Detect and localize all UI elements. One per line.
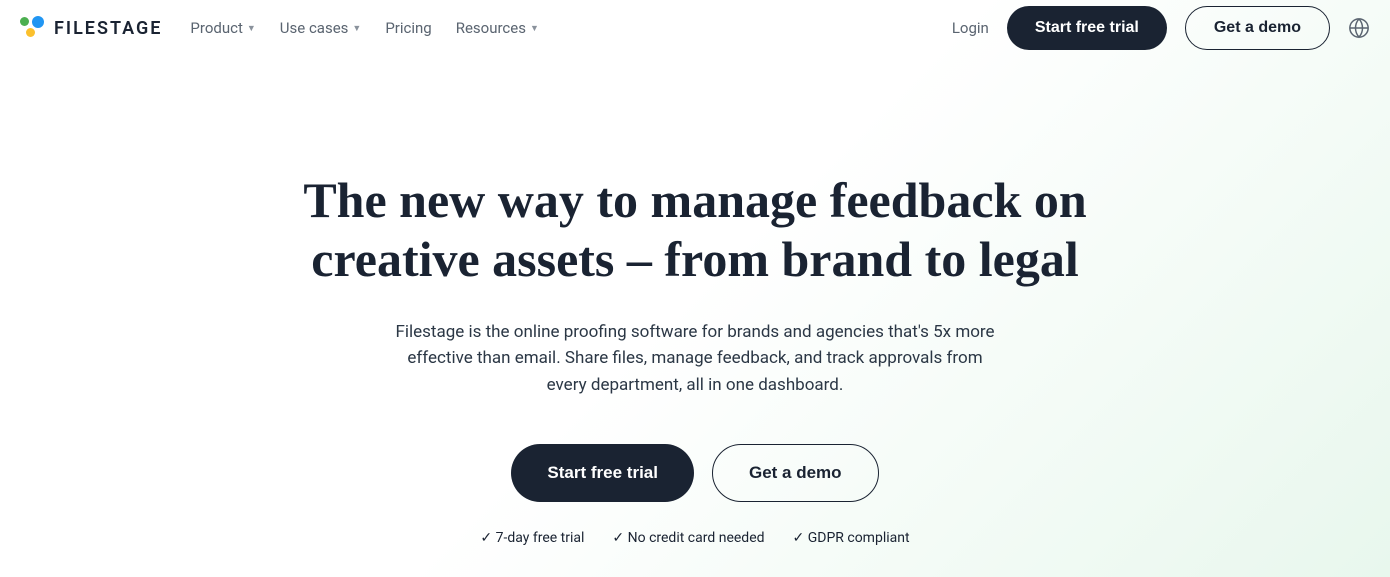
nav-label: Use cases bbox=[280, 19, 349, 37]
bullet-gdpr: GDPR compliant bbox=[793, 530, 910, 546]
nav-use-cases[interactable]: Use cases ▼ bbox=[280, 19, 362, 37]
chevron-down-icon: ▼ bbox=[247, 23, 256, 34]
hero-cta-group: Start free trial Get a demo bbox=[40, 444, 1350, 502]
nav-product[interactable]: Product ▼ bbox=[190, 19, 255, 37]
nav-resources[interactable]: Resources ▼ bbox=[456, 19, 539, 37]
header-actions: Login Start free trial Get a demo bbox=[952, 6, 1370, 50]
nav-label: Pricing bbox=[385, 19, 431, 37]
hero-section: The new way to manage feedback on creati… bbox=[0, 56, 1390, 546]
bullet-no-card: No credit card needed bbox=[612, 530, 764, 546]
site-header: FILESTAGE Product ▼ Use cases ▼ Pricing … bbox=[0, 0, 1390, 56]
chevron-down-icon: ▼ bbox=[530, 23, 539, 34]
nav-pricing[interactable]: Pricing bbox=[385, 19, 431, 37]
hero-start-trial-button[interactable]: Start free trial bbox=[511, 444, 694, 502]
start-trial-button[interactable]: Start free trial bbox=[1007, 6, 1167, 50]
hero-subtitle: Filestage is the online proofing softwar… bbox=[395, 319, 995, 398]
logo-mark bbox=[20, 16, 48, 40]
globe-icon[interactable] bbox=[1348, 17, 1370, 39]
brand-logo[interactable]: FILESTAGE bbox=[20, 16, 162, 40]
login-link[interactable]: Login bbox=[952, 19, 989, 37]
nav-label: Resources bbox=[456, 19, 526, 37]
nav-label: Product bbox=[190, 19, 242, 37]
get-demo-button[interactable]: Get a demo bbox=[1185, 6, 1330, 50]
hero-title: The new way to manage feedback on creati… bbox=[255, 171, 1135, 289]
brand-name: FILESTAGE bbox=[54, 18, 162, 39]
chevron-down-icon: ▼ bbox=[352, 23, 361, 34]
primary-nav: Product ▼ Use cases ▼ Pricing Resources … bbox=[190, 19, 538, 37]
hero-get-demo-button[interactable]: Get a demo bbox=[712, 444, 879, 502]
hero-bullets: 7-day free trial No credit card needed G… bbox=[40, 530, 1350, 546]
bullet-trial: 7-day free trial bbox=[480, 530, 584, 546]
